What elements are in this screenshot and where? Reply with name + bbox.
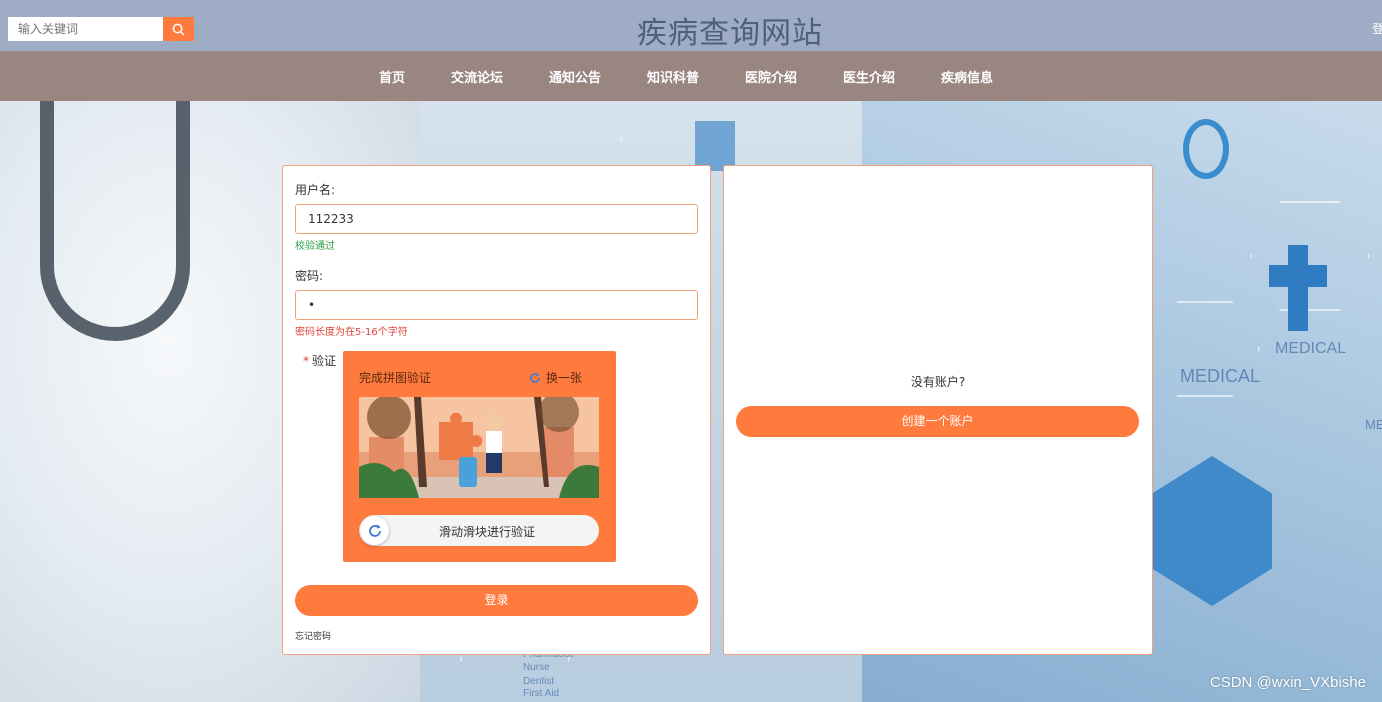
captcha-puzzle-image — [359, 397, 599, 498]
nav-item-diseases[interactable]: 疾病信息 — [941, 67, 993, 86]
medical-cross-graphic — [1288, 245, 1308, 331]
captcha-slider-handle[interactable] — [360, 516, 389, 545]
medical-text: ME — [1365, 417, 1382, 432]
medical-text: MEDICAL — [1180, 366, 1261, 386]
nav-item-forum[interactable]: 交流论坛 — [451, 67, 503, 86]
login-card: 用户名: 校验通过 密码: 密码长度为在5-16个字符 *验证 完成拼图验证 换… — [282, 165, 711, 655]
username-label: 用户名: — [295, 183, 336, 197]
refresh-icon — [530, 372, 540, 383]
nav-item-knowledge[interactable]: 知识科普 — [647, 67, 699, 86]
medical-cross-graphic — [695, 121, 735, 171]
nav-item-doctors[interactable]: 医生介绍 — [843, 67, 895, 86]
captcha-slider-text: 滑动滑块进行验证 — [438, 525, 535, 539]
medical-text: Nurse — [523, 662, 550, 673]
create-account-button[interactable]: 创建一个账户 — [736, 406, 1139, 437]
login-link[interactable]: 登 — [1372, 20, 1382, 37]
medical-text: MEDICAL — [1275, 340, 1347, 357]
password-label: 密码: — [295, 269, 324, 283]
site-title: 疾病查询网站 — [637, 16, 823, 51]
top-header: 疾病查询网站 登 — [0, 0, 1382, 51]
forgot-password-link[interactable]: 忘记密码 — [295, 629, 331, 642]
medical-text: First Aid — [523, 688, 560, 699]
watermark-text: CSDN @wxin_VXbishe — [1209, 674, 1366, 691]
captcha-title: 完成拼图验证 — [359, 371, 432, 385]
puzzle-captcha: 完成拼图验证 换一张 滑动滑块进行验证 — [343, 351, 616, 562]
no-account-prompt: 没有账户? — [910, 375, 966, 389]
login-button[interactable]: 登录 — [295, 585, 698, 616]
username-field[interactable] — [295, 204, 698, 234]
medical-cross-graphic — [1269, 265, 1327, 287]
register-card: 没有账户? 创建一个账户 — [723, 165, 1153, 655]
main-nav: 首页 交流论坛 通知公告 知识科普 医院介绍 医生介绍 疾病信息 — [0, 51, 1382, 101]
required-mark: * — [303, 354, 309, 368]
password-field[interactable] — [295, 290, 698, 320]
nav-item-home[interactable]: 首页 — [379, 67, 405, 86]
nav-item-notices[interactable]: 通知公告 — [549, 67, 601, 86]
username-validation-message: 校验通过 — [295, 241, 335, 252]
medical-text: Dentist — [523, 676, 555, 687]
password-validation-message: 密码长度为在5-16个字符 — [295, 327, 408, 338]
captcha-slider-track[interactable]: 滑动滑块进行验证 — [359, 515, 599, 546]
refresh-icon — [368, 524, 381, 537]
verify-label: * 验证 — [303, 352, 336, 369]
captcha-refresh-label: 换一张 — [545, 371, 582, 385]
stethoscope-graphic — [40, 101, 190, 341]
ring-graphic — [1183, 119, 1229, 179]
nav-item-hospital[interactable]: 医院介绍 — [745, 67, 797, 86]
captcha-refresh-button[interactable]: 换一张 — [529, 369, 582, 386]
verify-label-text: 验证 — [312, 354, 337, 368]
